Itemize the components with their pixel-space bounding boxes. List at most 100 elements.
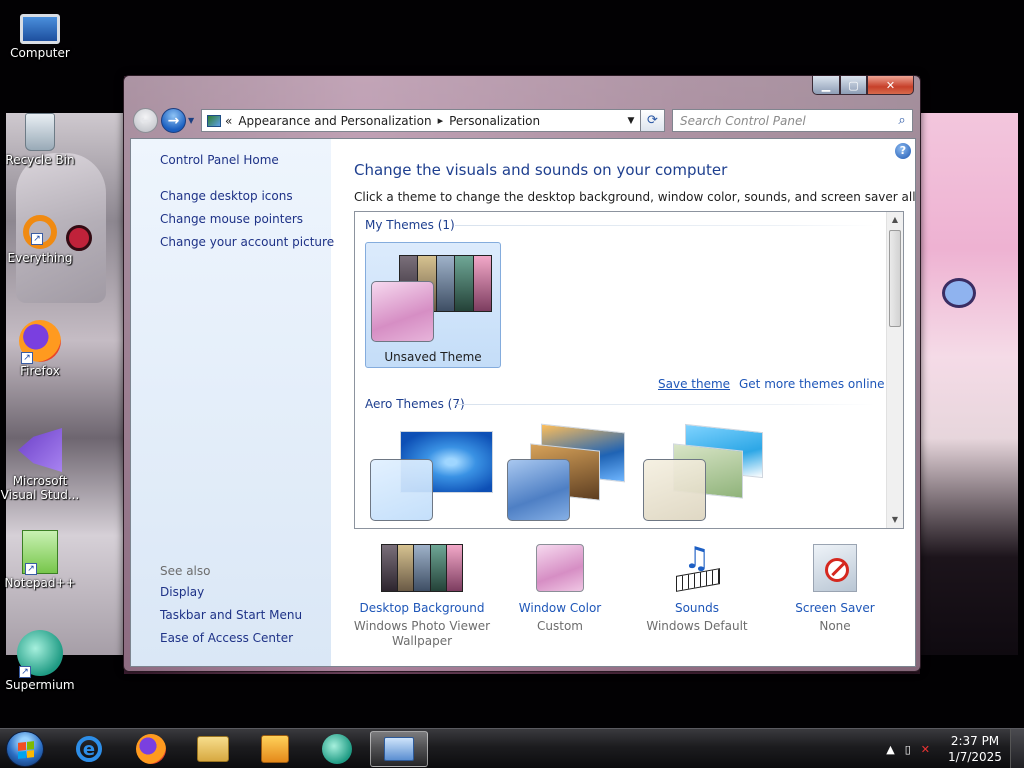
taskbar: e ▲ ▯ ✕ 2:37 PM 1/7/2025 xyxy=(0,728,1024,768)
save-theme-link[interactable]: Save theme xyxy=(658,377,730,391)
network-icon[interactable]: ▯ xyxy=(905,743,911,756)
aero-theme-characters-swatch[interactable] xyxy=(643,459,706,521)
address-dropdown-button[interactable]: ▼ xyxy=(622,116,640,126)
ease-of-access-center-link[interactable]: Ease of Access Center xyxy=(160,631,293,645)
window-color-icon xyxy=(536,544,584,592)
back-button[interactable]: ← xyxy=(133,108,158,133)
personalization-window: ▁ ▢ ✕ ← → ▼ « Appearance and Personaliza… xyxy=(123,75,921,672)
screen-saver-setting[interactable]: Screen Saver None xyxy=(765,544,905,634)
desktop-icon-recycle-bin[interactable]: Recycle Bin xyxy=(0,113,80,167)
window-color-setting[interactable]: Window Color Custom xyxy=(490,544,630,634)
shortcut-arrow-icon: ↗ xyxy=(31,233,43,245)
window-content: Control Panel Home Change desktop icons … xyxy=(130,138,916,667)
refresh-button[interactable]: ⟳ xyxy=(640,109,665,132)
internet-explorer-icon: e xyxy=(76,736,102,762)
aero-theme-architecture-swatch[interactable] xyxy=(507,459,570,521)
desktop-icon-computer[interactable]: Computer xyxy=(0,8,80,60)
sounds-link[interactable]: Sounds xyxy=(627,601,767,615)
visual-studio-icon xyxy=(18,428,62,472)
system-tray: ▲ ▯ ✕ 2:37 PM 1/7/2025 xyxy=(886,729,1024,768)
sounds-setting[interactable]: ♫ Sounds Windows Default xyxy=(627,544,767,634)
search-icon[interactable]: ⌕ xyxy=(892,113,912,128)
window-color-link[interactable]: Window Color xyxy=(490,601,630,615)
clock-time: 2:37 PM xyxy=(950,734,1000,748)
control-panel-home-link[interactable]: Control Panel Home xyxy=(160,153,279,167)
change-mouse-pointers-link[interactable]: Change mouse pointers xyxy=(160,212,303,226)
taskbar-windows-explorer[interactable] xyxy=(184,731,242,767)
desktop-background-value: Windows Photo Viewer Wallpaper xyxy=(353,619,491,648)
breadcrumb-overflow[interactable]: « xyxy=(225,114,232,128)
scroll-down-icon[interactable]: ▼ xyxy=(887,512,903,528)
show-hidden-icons-button[interactable]: ▲ xyxy=(886,743,894,756)
window-color-value: Custom xyxy=(537,619,583,633)
theme-tile-unsaved[interactable]: Unsaved Theme xyxy=(365,242,501,368)
breadcrumb-appearance-and-personalization[interactable]: Appearance and Personalization xyxy=(238,114,431,128)
change-account-picture-link[interactable]: Change your account picture xyxy=(160,235,334,249)
maximize-button[interactable]: ▢ xyxy=(840,76,867,95)
theme-name: Unsaved Theme xyxy=(384,350,482,364)
display-link[interactable]: Display xyxy=(160,585,204,599)
search-box[interactable]: ⌕ xyxy=(672,109,913,132)
start-button[interactable] xyxy=(6,731,44,767)
desktop-icon-firefox[interactable]: ↗ Firefox xyxy=(0,320,80,378)
desktop-icon-label: Microsoft Visual Stud... xyxy=(0,474,80,502)
desktop-icon-notepad-plus-plus[interactable]: ↗ Notepad++ xyxy=(0,530,80,590)
screen-saver-icon xyxy=(813,544,857,592)
volume-muted-icon[interactable]: ✕ xyxy=(921,743,930,756)
breadcrumb-separator-icon[interactable]: ▸ xyxy=(438,114,444,127)
clock[interactable]: 2:37 PM 1/7/2025 xyxy=(940,733,1010,765)
screen-saver-link[interactable]: Screen Saver xyxy=(765,601,905,615)
close-button[interactable]: ✕ xyxy=(867,76,914,95)
group-divider xyxy=(455,225,875,226)
taskbar-internet-explorer[interactable]: e xyxy=(60,731,118,767)
forward-button[interactable]: → xyxy=(161,108,186,133)
themes-list: My Themes (1) Unsaved Theme Save theme G… xyxy=(354,211,904,529)
firefox-icon xyxy=(136,734,166,764)
desktop-background-link[interactable]: Desktop Background xyxy=(352,601,492,615)
desktop-icon-label: Everything xyxy=(7,251,73,265)
search-input[interactable] xyxy=(673,113,892,128)
firefox-icon: ↗ xyxy=(19,320,61,364)
help-icon[interactable]: ? xyxy=(895,143,911,159)
taskbar-personalization[interactable] xyxy=(370,731,428,767)
page-description: Click a theme to change the desktop back… xyxy=(354,190,916,204)
desktop-icon-everything[interactable]: ↗ Everything xyxy=(0,215,80,265)
scroll-up-icon[interactable]: ▲ xyxy=(887,212,903,228)
aero-themes-header: Aero Themes (7) xyxy=(365,397,465,411)
sounds-icon: ♫ xyxy=(670,544,725,592)
recycle-bin-icon xyxy=(25,113,55,151)
see-also-heading: See also xyxy=(160,564,211,578)
minimize-button[interactable]: ▁ xyxy=(812,76,840,95)
show-desktop-button[interactable] xyxy=(1010,729,1024,768)
supermium-icon: ↗ xyxy=(17,630,63,678)
address-bar[interactable]: « Appearance and Personalization ▸ Perso… xyxy=(201,109,641,132)
desktop-icon-label: Supermium xyxy=(5,678,75,692)
scrollbar-thumb[interactable] xyxy=(889,230,901,327)
desktop-icon-visual-studio[interactable]: Microsoft Visual Stud... xyxy=(0,428,80,502)
my-themes-header: My Themes (1) xyxy=(365,218,455,232)
desktop-icon-supermium[interactable]: ↗ Supermium xyxy=(0,630,80,692)
left-navigation-pane: Control Panel Home Change desktop icons … xyxy=(131,139,334,666)
taskbar-media-player[interactable] xyxy=(246,731,304,767)
themes-scrollbar[interactable]: ▲ ▼ xyxy=(886,212,903,528)
desktop-icon-label: Notepad++ xyxy=(4,576,76,590)
taskbar-supermium[interactable] xyxy=(308,731,366,767)
computer-icon xyxy=(20,14,60,44)
wallpaper-right-anime-character xyxy=(920,113,1018,655)
clock-date: 1/7/2025 xyxy=(948,750,1002,764)
breadcrumb-personalization[interactable]: Personalization xyxy=(449,114,540,128)
get-more-themes-online-link[interactable]: Get more themes online xyxy=(739,377,885,391)
aero-theme-windows7-swatch[interactable] xyxy=(370,459,433,521)
change-desktop-icons-link[interactable]: Change desktop icons xyxy=(160,189,293,203)
taskbar-firefox[interactable] xyxy=(122,731,180,767)
desktop-icon-label: Firefox xyxy=(20,364,60,378)
desktop-background-icon xyxy=(381,544,463,592)
folder-icon xyxy=(197,736,229,762)
window-controls: ▁ ▢ ✕ xyxy=(812,76,914,95)
taskbar-and-start-menu-link[interactable]: Taskbar and Start Menu xyxy=(160,608,302,622)
desktop-icon-label: Recycle Bin xyxy=(5,153,75,167)
desktop-icon-label: Computer xyxy=(10,46,70,60)
everything-icon: ↗ xyxy=(23,215,57,249)
recent-pages-dropdown[interactable]: ▼ xyxy=(188,116,194,125)
desktop-background-setting[interactable]: Desktop Background Windows Photo Viewer … xyxy=(352,544,492,649)
